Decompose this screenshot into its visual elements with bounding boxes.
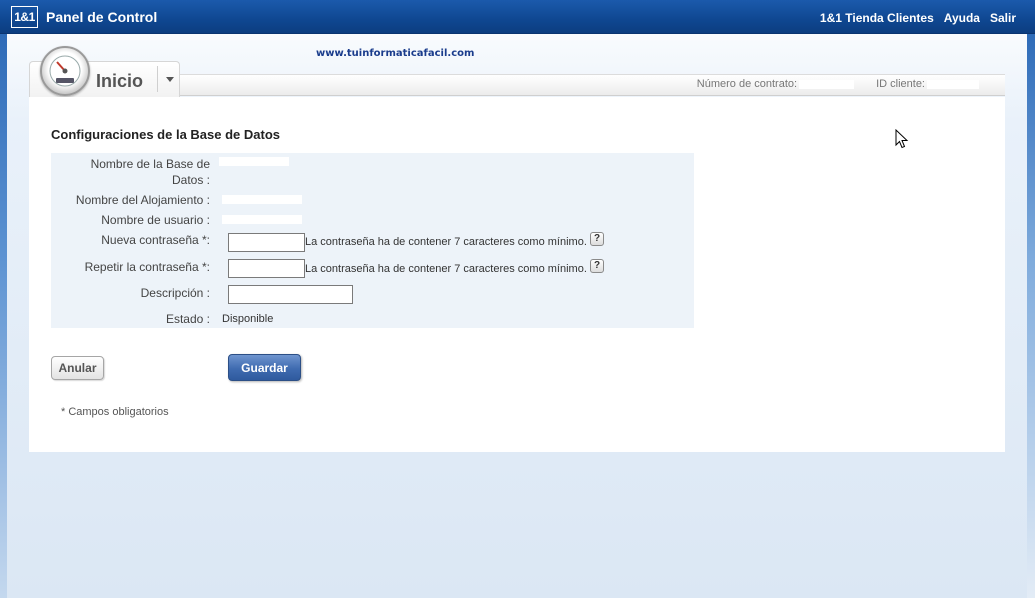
username-label: Nombre de usuario : [101, 213, 210, 227]
db-name-label: Nombre de la Base de Datos : [90, 157, 210, 187]
header-links: 1&1 Tienda Clientes Ayuda Salir [820, 11, 1016, 25]
client-id-value [927, 79, 979, 89]
app-title: Panel de Control [46, 9, 158, 25]
store-link[interactable]: 1&1 Tienda Clientes [820, 11, 934, 25]
contract-number-label: Número de contrato: [696, 78, 798, 90]
new-password-label: Nueva contraseña *: [101, 233, 210, 247]
brand-logo[interactable]: 1&1 [11, 6, 38, 28]
speedometer-icon [40, 46, 90, 96]
home-tab-label[interactable]: Inicio [96, 71, 143, 92]
contract-info: Número de contrato: ID cliente: [697, 78, 979, 90]
help-link[interactable]: Ayuda [944, 11, 980, 25]
repeat-password-label: Repetir la contraseña *: [84, 260, 210, 274]
status-value: Disponible [222, 313, 274, 325]
db-settings-form: Nombre de la Base de Datos : Nombre del … [51, 153, 694, 328]
save-button[interactable]: Guardar [228, 354, 301, 381]
window-frame-left [0, 34, 7, 598]
repeat-password-input[interactable] [228, 259, 305, 278]
new-password-input[interactable] [228, 233, 305, 252]
required-fields-note: * Campos obligatorios [61, 406, 169, 418]
username-value [222, 215, 302, 224]
caret-down-icon[interactable] [166, 77, 174, 82]
main-content: Configuraciones de la Base de Datos Nomb… [29, 97, 1005, 452]
window-frame-right [1027, 34, 1035, 598]
watermark-text: www.tuinformaticafacil.com [316, 48, 475, 59]
page-title: Configuraciones de la Base de Datos [51, 127, 281, 142]
repeat-password-hint: La contraseña ha de contener 7 caractere… [305, 263, 587, 275]
mouse-pointer-icon [895, 128, 909, 152]
question-mark-icon[interactable]: ? [590, 232, 604, 246]
top-header-bar: 1&1 Panel de Control 1&1 Tienda Clientes… [0, 0, 1035, 34]
tab-divider [157, 66, 158, 92]
client-id-label: ID cliente: [876, 78, 925, 90]
host-name-value [222, 195, 302, 204]
description-label: Descripción : [140, 286, 210, 300]
contract-number-value [799, 79, 855, 89]
status-label: Estado : [165, 312, 210, 326]
new-password-hint: La contraseña ha de contener 7 caractere… [305, 236, 587, 248]
question-mark-icon[interactable]: ? [590, 259, 604, 273]
db-name-value [219, 157, 289, 166]
host-name-label: Nombre del Alojamiento : [75, 193, 210, 207]
cancel-button[interactable]: Anular [51, 356, 104, 380]
description-input[interactable] [228, 285, 353, 304]
logout-link[interactable]: Salir [990, 11, 1016, 25]
